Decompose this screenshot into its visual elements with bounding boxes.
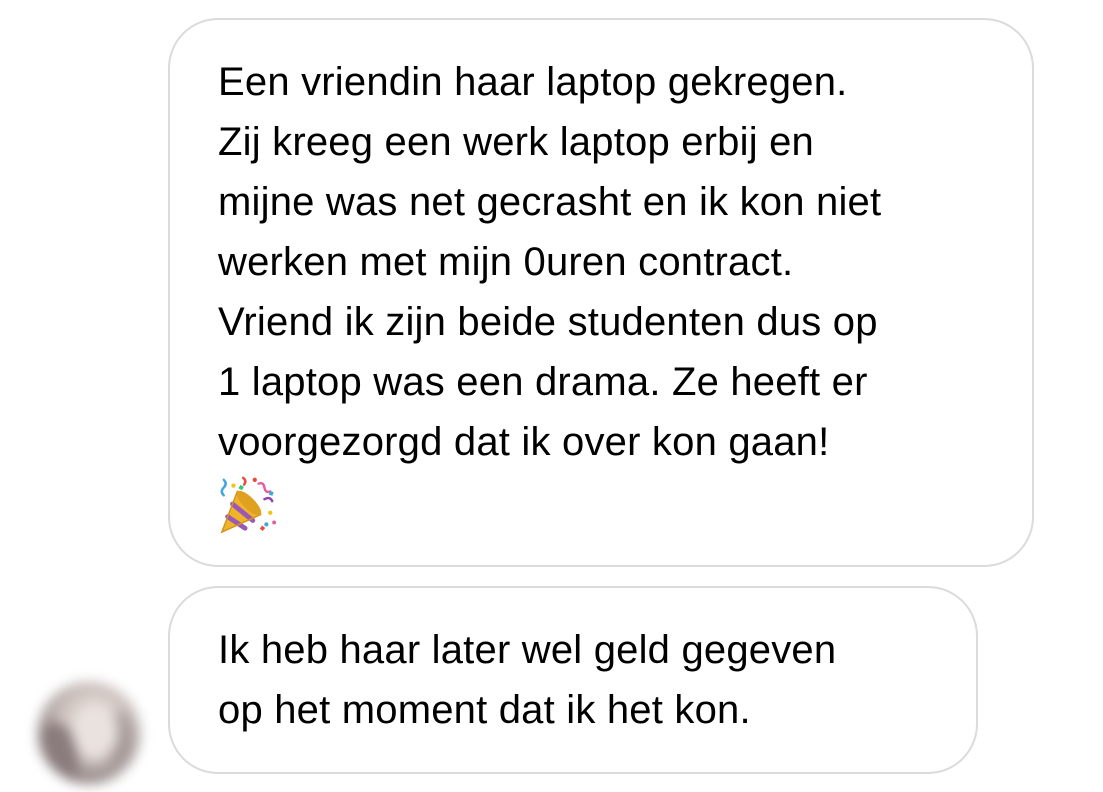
message-text-line: Zij kreeg een werk laptop erbij en — [218, 120, 814, 164]
message-text-line: mijne was net gecrasht en ik kon niet — [218, 180, 882, 224]
message-bubble[interactable]: Een vriendin haar laptop gekregen. Zij k… — [168, 18, 1034, 567]
message-bubble[interactable]: Ik heb haar later wel geld gegeven op he… — [168, 586, 978, 774]
message-text-line: Vriend ik zijn beide studenten dus op — [218, 300, 878, 344]
party-popper-icon — [220, 476, 277, 534]
message-text-line: Ik heb haar later wel geld gegeven — [218, 628, 837, 672]
message-text-line: Een vriendin haar laptop gekregen. — [218, 60, 848, 104]
message-text-line: werken met mijn 0uren contract. — [218, 240, 794, 284]
message-text-line: voorgezorgd dat ik over kon gaan! — [218, 420, 830, 464]
message-text-line: op het moment dat ik het kon. — [218, 688, 751, 732]
message-text-line: 1 laptop was een drama. Ze heeft er — [218, 360, 868, 404]
avatar[interactable] — [38, 682, 140, 784]
